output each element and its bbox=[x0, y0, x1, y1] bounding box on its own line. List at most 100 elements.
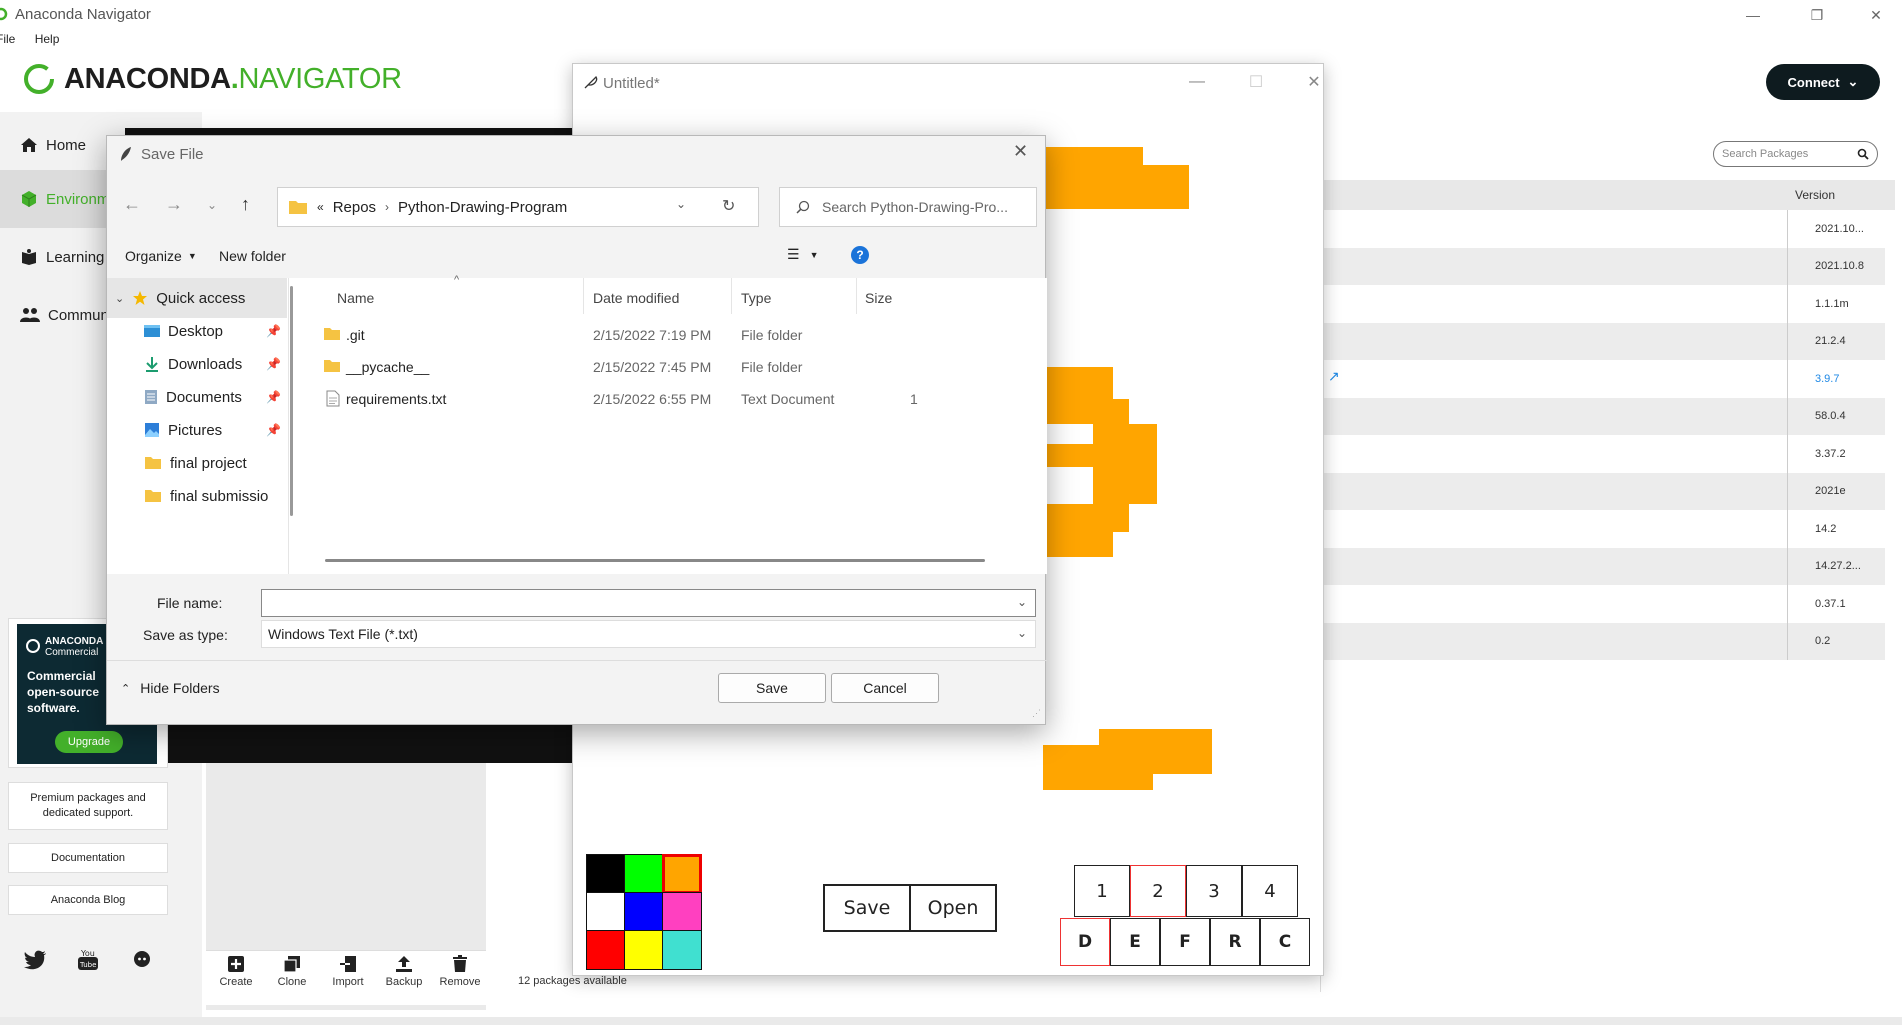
resize-grip-icon[interactable]: ⋰ bbox=[1032, 708, 1041, 719]
package-row[interactable]: 14.27.2... bbox=[1320, 547, 1885, 585]
organize-menu[interactable]: Organize ▼ bbox=[125, 248, 197, 264]
address-bar[interactable]: « Repos › Python-Drawing-Program ⌄ ↻ bbox=[277, 187, 759, 227]
minimize-button[interactable]: — bbox=[1730, 0, 1776, 30]
package-version: 3.9.7 bbox=[1787, 360, 1885, 398]
draw-mode-f-button[interactable]: F bbox=[1160, 918, 1210, 966]
youtube-icon[interactable]: You Tube bbox=[77, 949, 99, 971]
upgrade-button[interactable]: Upgrade bbox=[55, 731, 123, 753]
drawing-minimize-button[interactable]: — bbox=[1174, 64, 1220, 100]
backup-env-button[interactable]: Backup bbox=[376, 955, 432, 988]
search-packages-input[interactable]: Search Packages bbox=[1713, 141, 1878, 167]
package-row[interactable]: 21.2.4 bbox=[1320, 322, 1885, 360]
save-type-select[interactable]: Windows Text File (*.txt) ⌄ bbox=[261, 620, 1036, 648]
brush-size-1-button[interactable]: 1 bbox=[1074, 865, 1130, 917]
back-arrow-icon[interactable]: ← bbox=[123, 194, 141, 215]
color-black[interactable] bbox=[586, 854, 626, 894]
package-row[interactable]: 0.2 bbox=[1320, 622, 1885, 660]
view-options-button[interactable]: ☰ ▼ bbox=[787, 246, 818, 263]
file-row[interactable]: requirements.txt 2/15/2022 6:55 PM Text … bbox=[301, 380, 1047, 418]
color-yellow[interactable] bbox=[624, 930, 664, 970]
package-row[interactable]: 2021e bbox=[1320, 472, 1885, 510]
brush-size-2-button[interactable]: 2 bbox=[1130, 865, 1186, 917]
breadcrumb-current-folder[interactable]: Python-Drawing-Program bbox=[398, 199, 567, 216]
folder-icon bbox=[145, 457, 161, 469]
version-column-header[interactable]: Version bbox=[1795, 188, 1835, 202]
dialog-cancel-button[interactable]: Cancel bbox=[831, 673, 939, 703]
column-date-modified[interactable]: Date modified bbox=[593, 290, 679, 306]
anaconda-blog-link[interactable]: Anaconda Blog bbox=[8, 885, 168, 915]
import-env-button[interactable]: Import bbox=[320, 955, 376, 988]
brush-size-3-button[interactable]: 3 bbox=[1186, 865, 1242, 917]
create-env-button[interactable]: Create bbox=[208, 955, 264, 988]
recent-locations-chevron-icon[interactable]: ⌄ bbox=[207, 198, 217, 212]
backup-label: Backup bbox=[385, 976, 423, 988]
column-name[interactable]: Name bbox=[337, 290, 374, 306]
package-row[interactable]: 2021.10.8 bbox=[1320, 247, 1885, 285]
connect-button[interactable]: Connect ⌄ bbox=[1766, 64, 1880, 100]
documentation-link[interactable]: Documentation bbox=[8, 843, 168, 873]
hide-folders-button[interactable]: ⌃ Hide Folders bbox=[121, 680, 220, 696]
premium-support-link[interactable]: Premium packages and dedicated support. bbox=[8, 782, 168, 830]
close-button[interactable]: ✕ bbox=[1853, 0, 1899, 30]
remove-env-button[interactable]: Remove bbox=[432, 955, 488, 988]
tree-final-submission[interactable]: final submissio bbox=[107, 476, 287, 516]
package-row[interactable]: 0.37.1 bbox=[1320, 585, 1885, 623]
package-row[interactable]: 1.1.1m bbox=[1320, 285, 1885, 323]
horizontal-scrollbar[interactable] bbox=[325, 559, 985, 562]
new-folder-button[interactable]: New folder bbox=[219, 248, 286, 264]
clone-icon bbox=[283, 956, 300, 973]
column-type[interactable]: Type bbox=[741, 290, 771, 306]
chevron-down-icon[interactable]: ⌄ bbox=[1017, 595, 1027, 609]
drawing-save-button[interactable]: Save bbox=[823, 884, 911, 932]
color-orange[interactable] bbox=[662, 854, 702, 894]
update-available-icon[interactable]: ↗ bbox=[1328, 368, 1340, 385]
draw-mode-r-button[interactable]: R bbox=[1210, 918, 1260, 966]
package-row[interactable]: 14.2 bbox=[1320, 510, 1885, 548]
up-arrow-icon[interactable]: ↑ bbox=[241, 194, 250, 215]
folder-icon bbox=[145, 490, 161, 502]
refresh-icon[interactable]: ↻ bbox=[722, 196, 735, 216]
package-row[interactable]: 2021.10... bbox=[1320, 210, 1885, 248]
create-label: Create bbox=[219, 976, 253, 988]
color-white[interactable] bbox=[586, 892, 626, 932]
file-name-input[interactable]: ⌄ bbox=[261, 589, 1036, 617]
address-dropdown-icon[interactable]: ⌄ bbox=[676, 197, 686, 211]
color-pink[interactable] bbox=[662, 892, 702, 932]
anaconda-ring-icon bbox=[24, 64, 54, 94]
brush-size-4-button[interactable]: 4 bbox=[1242, 865, 1298, 917]
draw-mode-d-button[interactable]: D bbox=[1060, 918, 1110, 966]
drawing-open-button[interactable]: Open bbox=[909, 884, 997, 932]
draw-mode-e-button[interactable]: E bbox=[1110, 918, 1160, 966]
restore-button[interactable]: ❐ bbox=[1794, 0, 1840, 30]
folder-search-input[interactable]: Search Python-Drawing-Pro... bbox=[779, 187, 1037, 227]
column-divider[interactable] bbox=[856, 278, 857, 314]
dialog-save-button[interactable]: Save bbox=[718, 673, 826, 703]
github-icon[interactable] bbox=[132, 949, 152, 969]
twitter-icon[interactable] bbox=[23, 950, 47, 970]
draw-mode-c-button[interactable]: C bbox=[1260, 918, 1310, 966]
file-name: .git bbox=[346, 327, 365, 343]
dialog-close-button[interactable]: ✕ bbox=[1013, 141, 1028, 162]
pin-icon: 📌 bbox=[266, 390, 281, 404]
forward-arrow-icon[interactable]: → bbox=[165, 194, 183, 215]
column-size[interactable]: Size bbox=[865, 290, 892, 306]
package-row[interactable]: ↗ 3.9.7 bbox=[1320, 360, 1885, 398]
color-red[interactable] bbox=[586, 930, 626, 970]
drawing-close-button[interactable]: ✕ bbox=[1291, 64, 1337, 100]
color-turquoise[interactable] bbox=[662, 930, 702, 970]
package-row[interactable]: 3.37.2 bbox=[1320, 435, 1885, 473]
color-green[interactable] bbox=[624, 854, 664, 894]
menu-file[interactable]: File bbox=[0, 32, 15, 46]
menu-help[interactable]: Help bbox=[35, 32, 60, 46]
folder-icon bbox=[324, 360, 340, 372]
help-icon[interactable]: ? bbox=[851, 246, 869, 264]
people-icon bbox=[20, 308, 40, 322]
tree-scrollbar[interactable] bbox=[290, 286, 293, 516]
column-divider[interactable] bbox=[731, 278, 732, 314]
file-date: 2/15/2022 7:19 PM bbox=[593, 327, 712, 343]
color-blue[interactable] bbox=[624, 892, 664, 932]
clone-env-button[interactable]: Clone bbox=[264, 955, 320, 988]
package-row[interactable]: 58.0.4 bbox=[1320, 397, 1885, 435]
column-divider[interactable] bbox=[583, 278, 584, 314]
breadcrumb-repos[interactable]: Repos bbox=[333, 199, 376, 216]
